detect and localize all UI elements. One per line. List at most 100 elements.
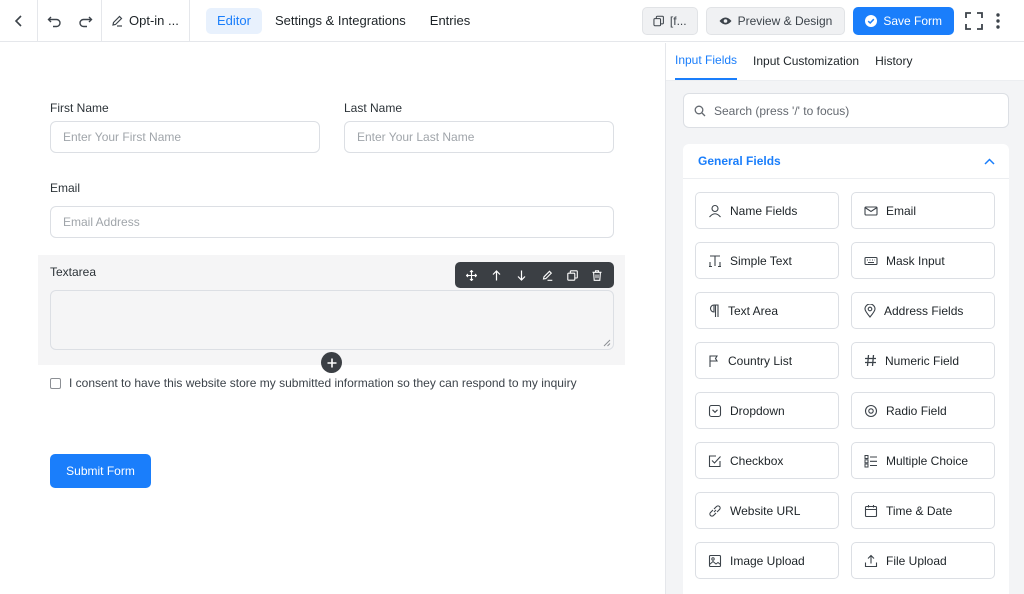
map-pin-icon [864, 303, 876, 318]
envelope-icon [864, 205, 878, 216]
field-image-upload[interactable]: Image Upload [695, 542, 839, 579]
consent-checkbox[interactable] [50, 377, 61, 389]
field-label: Country List [728, 353, 793, 368]
tab-settings-integrations[interactable]: Settings & Integrations [264, 8, 417, 34]
first-name-label: First Name [50, 101, 109, 115]
textarea-input[interactable] [50, 290, 614, 350]
paragraph-icon [709, 303, 719, 317]
plus-icon [327, 358, 336, 367]
back-button[interactable] [0, 0, 38, 42]
field-search-input[interactable]: Search (press '/' to focus) [683, 93, 1009, 128]
last-name-input[interactable]: Enter Your Last Name [344, 121, 614, 153]
first-name-input[interactable]: Enter Your First Name [50, 121, 320, 153]
delete-field-button[interactable] [587, 265, 607, 285]
redo-icon [79, 16, 93, 27]
eye-icon [719, 17, 732, 25]
keyboard-icon [864, 256, 878, 265]
resize-grip-icon[interactable] [603, 339, 611, 347]
vertical-dots-icon [996, 13, 1000, 29]
field-checkbox[interactable]: Checkbox [695, 442, 839, 479]
field-label: Mask Input [886, 253, 945, 268]
fullscreen-button[interactable] [962, 7, 986, 35]
pencil-icon [542, 270, 552, 281]
field-label: Address Fields [884, 303, 964, 318]
tab-entries[interactable]: Entries [419, 8, 481, 34]
radio-icon [864, 404, 878, 417]
search-icon [694, 105, 706, 116]
checkbox-icon [708, 454, 721, 467]
add-field-button[interactable] [321, 352, 342, 373]
submit-form-button[interactable]: Submit Form [50, 454, 151, 488]
search-placeholder: Search (press '/' to focus) [714, 103, 850, 118]
move-down-button[interactable] [512, 265, 532, 285]
save-form-label: Save Form [883, 14, 942, 28]
general-fields-section: General Fields Name Fields Email Simple … [683, 144, 1009, 594]
field-action-toolbar [455, 262, 614, 288]
link-icon [709, 504, 721, 517]
fields-panel: Input Fields Input Customization History… [665, 43, 1024, 594]
more-options-button[interactable] [986, 7, 1010, 35]
editor-nav-tabs: Editor Settings & Integrations Entries [206, 7, 481, 34]
move-button[interactable] [462, 265, 482, 285]
field-label: Time & Date [886, 503, 953, 518]
field-time-date[interactable]: Time & Date [851, 492, 995, 529]
arrow-up-icon [492, 269, 501, 280]
save-form-button[interactable]: Save Form [853, 7, 954, 35]
field-address-fields[interactable]: Address Fields [851, 292, 995, 329]
field-label: Simple Text [730, 253, 792, 268]
field-simple-text[interactable]: Simple Text [695, 242, 839, 279]
calendar-icon [864, 504, 878, 517]
trash-icon [592, 269, 602, 281]
tab-input-fields[interactable]: Input Fields [675, 43, 738, 80]
edit-field-button[interactable] [537, 265, 557, 285]
form-title[interactable]: Opt-in ... [102, 0, 190, 42]
field-radio-field[interactable]: Radio Field [851, 392, 995, 429]
undo-button[interactable] [38, 0, 70, 42]
field-mask-input[interactable]: Mask Input [851, 242, 995, 279]
move-up-button[interactable] [487, 265, 507, 285]
textarea-label: Textarea [50, 265, 97, 279]
shortcode-text: [f... [669, 14, 687, 28]
field-numeric-field[interactable]: Numeric Field [851, 342, 995, 379]
pencil-icon [112, 15, 123, 27]
tab-input-customization[interactable]: Input Customization [753, 43, 859, 80]
list-icon [864, 454, 877, 467]
field-label: Dropdown [730, 403, 785, 418]
tab-editor[interactable]: Editor [206, 7, 262, 34]
field-label: File Upload [886, 553, 947, 568]
preview-design-button[interactable]: Preview & Design [705, 7, 846, 35]
arrow-down-icon [517, 270, 526, 281]
general-fields-header[interactable]: General Fields [683, 144, 1009, 179]
field-file-upload[interactable]: File Upload [851, 542, 995, 579]
top-bar: Opt-in ... Editor Settings & Integration… [0, 0, 1024, 42]
field-dropdown[interactable]: Dropdown [695, 392, 839, 429]
chevron-up-icon [984, 157, 995, 165]
user-icon [709, 204, 721, 217]
copy-icon [653, 15, 664, 27]
move-icon [466, 269, 478, 281]
last-name-label: Last Name [344, 101, 403, 115]
field-email[interactable]: Email [851, 192, 995, 229]
flag-icon [709, 354, 718, 367]
field-country-list[interactable]: Country List [695, 342, 839, 379]
field-multiple-choice[interactable]: Multiple Choice [851, 442, 995, 479]
field-label: Checkbox [730, 453, 784, 468]
undo-icon [47, 16, 61, 27]
topbar-actions: [f... Preview & Design Save Form [641, 0, 1024, 42]
field-label: Radio Field [886, 403, 947, 418]
email-label: Email [50, 181, 81, 195]
field-name-fields[interactable]: Name Fields [695, 192, 839, 229]
hash-icon [865, 354, 876, 367]
email-input[interactable]: Email Address [50, 206, 614, 238]
tab-history[interactable]: History [875, 43, 912, 80]
duplicate-field-button[interactable] [562, 265, 582, 285]
shortcode-button[interactable]: [f... [641, 7, 698, 35]
image-icon [708, 554, 722, 567]
field-label: Multiple Choice [886, 453, 969, 468]
field-text-area[interactable]: Text Area [695, 292, 839, 329]
field-label: Image Upload [730, 553, 805, 568]
upload-icon [864, 554, 878, 567]
redo-button[interactable] [70, 0, 102, 42]
field-website-url[interactable]: Website URL [695, 492, 839, 529]
consent-row: I consent to have this website store my … [50, 376, 577, 390]
